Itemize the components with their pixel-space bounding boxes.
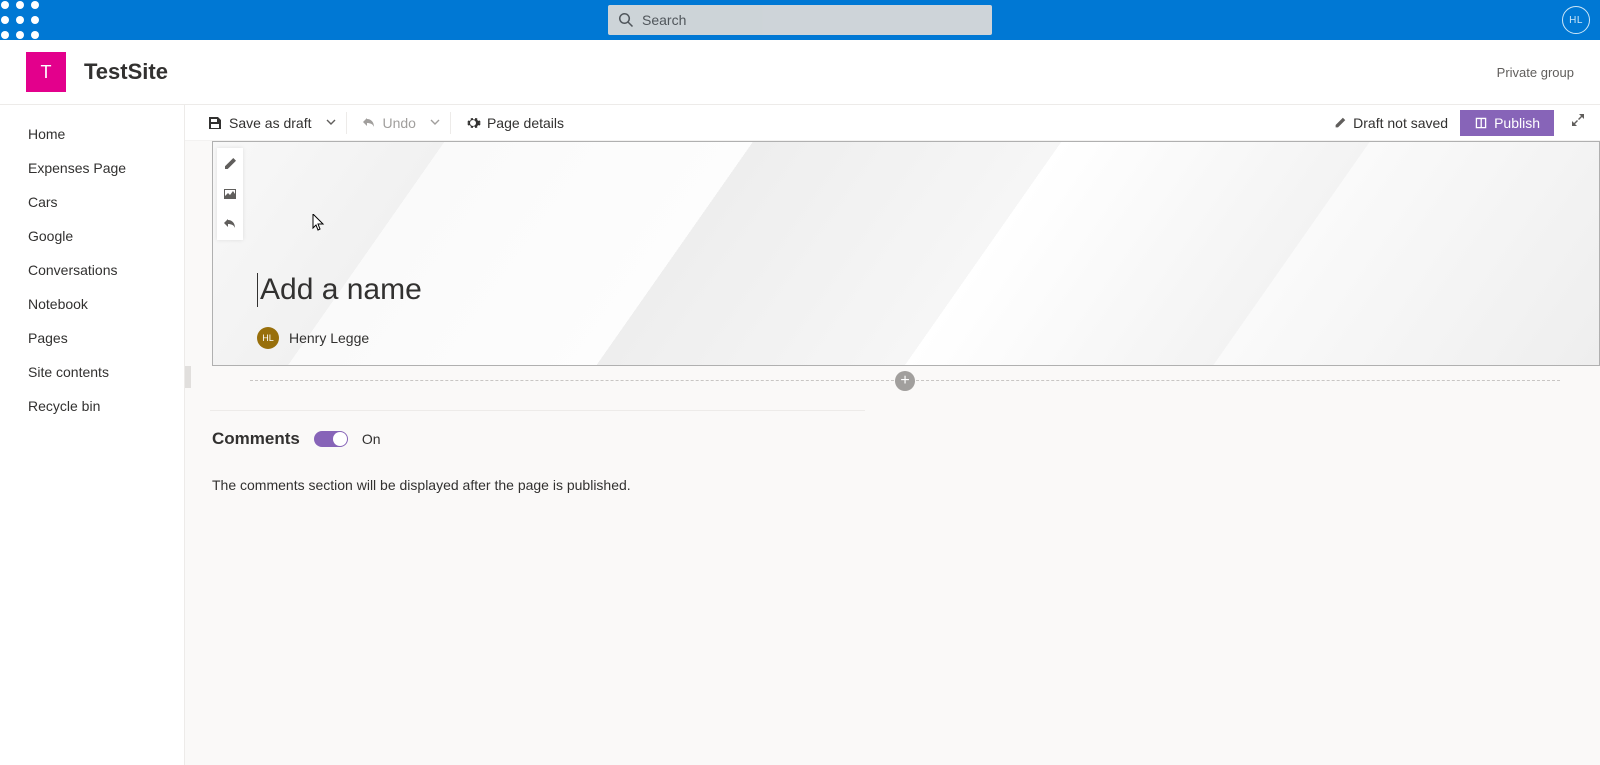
- nav-item-cars[interactable]: Cars: [0, 185, 184, 219]
- draft-status-text: Draft not saved: [1353, 115, 1448, 131]
- site-logo[interactable]: T: [26, 52, 66, 92]
- title-area[interactable]: Add a name HL Henry Legge: [212, 141, 1600, 366]
- save-split-chevron[interactable]: [322, 114, 340, 132]
- comments-toggle-label: On: [362, 431, 381, 447]
- image-icon: [222, 186, 238, 202]
- publish-label: Publish: [1494, 115, 1540, 131]
- save-as-draft-button[interactable]: Save as draft: [199, 107, 320, 139]
- account-avatar[interactable]: HL: [1562, 6, 1590, 34]
- page-author: HL Henry Legge: [257, 327, 369, 349]
- toggle-knob: [333, 432, 347, 446]
- author-avatar: HL: [257, 327, 279, 349]
- search-input[interactable]: [642, 12, 982, 28]
- chevron-down-icon: [430, 117, 440, 127]
- nav-item-notebook[interactable]: Notebook: [0, 287, 184, 321]
- publish-button[interactable]: Publish: [1460, 110, 1554, 136]
- add-section-button[interactable]: +: [185, 366, 191, 388]
- separator: [450, 112, 451, 134]
- reset-header-button[interactable]: [220, 214, 240, 234]
- nav-item-google[interactable]: Google: [0, 219, 184, 253]
- nav-item-recycle-bin[interactable]: Recycle bin: [0, 389, 184, 423]
- page-details-label: Page details: [487, 115, 564, 131]
- page-details-button[interactable]: Page details: [457, 107, 572, 139]
- undo-icon: [222, 216, 238, 232]
- nav-item-home[interactable]: Home: [0, 117, 184, 151]
- undo-split-chevron[interactable]: [426, 114, 444, 132]
- page-title-input[interactable]: Add a name: [257, 273, 422, 307]
- title-area-toolbar: [217, 148, 243, 240]
- save-label: Save as draft: [229, 115, 312, 131]
- gear-icon: [465, 115, 481, 131]
- author-name: Henry Legge: [289, 330, 369, 346]
- nav-item-site-contents[interactable]: Site contents: [0, 355, 184, 389]
- nav-item-pages[interactable]: Pages: [0, 321, 184, 355]
- site-header: T TestSite Private group: [0, 40, 1600, 105]
- chevron-down-icon: [326, 117, 336, 127]
- app-launcher-button[interactable]: [0, 0, 40, 40]
- change-image-button[interactable]: [220, 184, 240, 204]
- separator: [346, 112, 347, 134]
- publish-icon: [1474, 116, 1488, 130]
- search-box[interactable]: [608, 5, 992, 35]
- waffle-icon: [0, 0, 40, 40]
- undo-icon: [361, 115, 377, 131]
- mouse-cursor: [312, 214, 326, 237]
- pencil-icon: [1333, 116, 1347, 130]
- nav-item-expenses[interactable]: Expenses Page: [0, 151, 184, 185]
- nav-item-conversations[interactable]: Conversations: [0, 253, 184, 287]
- fullscreen-button[interactable]: [1566, 112, 1590, 133]
- comments-heading: Comments: [212, 429, 300, 449]
- page-canvas: Add a name HL Henry Legge + + Comments: [185, 141, 1600, 765]
- add-webpart-button[interactable]: +: [895, 371, 915, 391]
- undo-button[interactable]: Undo: [353, 107, 424, 139]
- pencil-icon: [222, 156, 238, 172]
- section-divider: +: [250, 380, 1560, 382]
- command-bar: Save as draft Undo: [185, 105, 1600, 141]
- site-title: TestSite: [84, 59, 168, 85]
- draft-status: Draft not saved: [1333, 115, 1448, 131]
- edit-header-button[interactable]: [220, 154, 240, 174]
- undo-label: Undo: [383, 115, 416, 131]
- comments-toggle[interactable]: [314, 431, 348, 447]
- save-icon: [207, 115, 223, 131]
- comments-section: Comments On The comments section will be…: [210, 410, 865, 493]
- left-nav: Home Expenses Page Cars Google Conversat…: [0, 105, 185, 765]
- site-privacy-label: Private group: [1497, 65, 1574, 80]
- expand-icon: [1570, 112, 1586, 128]
- search-icon: [618, 12, 634, 28]
- comments-note: The comments section will be displayed a…: [212, 477, 865, 493]
- suite-bar: HL: [0, 0, 1600, 40]
- main-area: Save as draft Undo: [185, 105, 1600, 765]
